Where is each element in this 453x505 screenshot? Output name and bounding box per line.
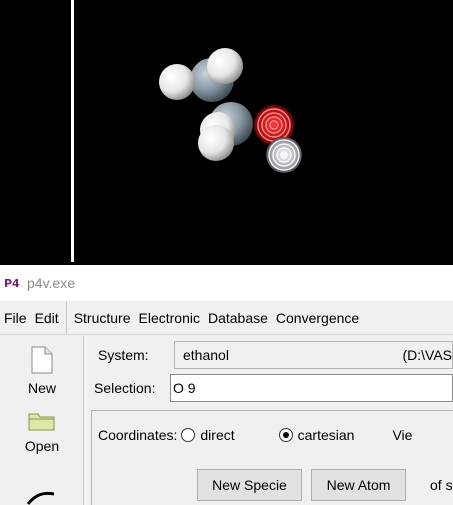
- window-titlebar[interactable]: P4 p4v.exe: [0, 265, 453, 301]
- menu-convergence[interactable]: Convergence: [272, 310, 363, 326]
- view-label: Vie: [392, 427, 413, 443]
- p4v-app-icon: P4: [4, 276, 20, 290]
- cartesian-radio-option[interactable]: cartesian: [275, 427, 355, 443]
- new-button-label: New: [27, 380, 56, 396]
- direct-radio[interactable]: [181, 428, 196, 442]
- cartesian-radio[interactable]: [278, 428, 293, 442]
- new-button[interactable]: New: [0, 346, 84, 396]
- molecule-render[interactable]: [0, 0, 453, 262]
- cartesian-label: cartesian: [297, 427, 355, 443]
- menu-bar: File Edit Structure Electronic Database …: [0, 300, 453, 335]
- menu-electronic[interactable]: Electronic: [135, 310, 204, 326]
- next-tool-button[interactable]: [0, 490, 84, 505]
- new-document-icon: [31, 346, 53, 374]
- system-label: System:: [98, 347, 149, 363]
- curve-tool-icon: [26, 491, 55, 505]
- menu-separator: [65, 300, 67, 335]
- menu-file[interactable]: File: [0, 310, 31, 326]
- selection-row: Selection: O 9: [88, 373, 453, 403]
- open-button-label: Open: [24, 438, 60, 454]
- hydrogen-atom-2[interactable]: [207, 48, 243, 84]
- selection-label: Selection:: [94, 380, 156, 396]
- menu-structure[interactable]: Structure: [70, 310, 135, 326]
- direct-label: direct: [200, 427, 235, 443]
- menu-database[interactable]: Database: [204, 310, 272, 326]
- direct-radio-option[interactable]: direct: [177, 427, 235, 443]
- menu-edit[interactable]: Edit: [31, 310, 63, 326]
- coordinates-row: Coordinates: direct cartesian Vie: [98, 427, 412, 443]
- selection-input[interactable]: O 9: [170, 374, 453, 402]
- new-atom-button[interactable]: New Atom: [311, 469, 406, 501]
- of-selection-text: of s: [430, 477, 453, 493]
- hydrogen-atom-hydroxyl-selected[interactable]: [266, 137, 302, 173]
- new-specie-button[interactable]: New Specie: [197, 469, 302, 501]
- system-field: ethanol (D:\VAS: [174, 341, 453, 369]
- open-folder-icon: [28, 413, 55, 431]
- left-toolbar: New Open: [0, 336, 84, 505]
- system-path: (D:\VAS: [402, 347, 452, 363]
- open-button[interactable]: Open: [0, 413, 84, 454]
- structure-form: System: ethanol (D:\VAS Selection: O 9 C…: [88, 336, 453, 505]
- coordinates-label: Coordinates:: [98, 427, 178, 443]
- structure-viewport[interactable]: [0, 0, 453, 265]
- hydrogen-atom-4[interactable]: [198, 125, 234, 161]
- hydrogen-atom-1[interactable]: [159, 64, 195, 100]
- system-name: ethanol: [183, 347, 229, 363]
- system-row: System: ethanol (D:\VAS: [88, 340, 453, 370]
- window-title: p4v.exe: [27, 275, 75, 291]
- coordinates-group: Coordinates: direct cartesian Vie New Sp…: [91, 410, 453, 505]
